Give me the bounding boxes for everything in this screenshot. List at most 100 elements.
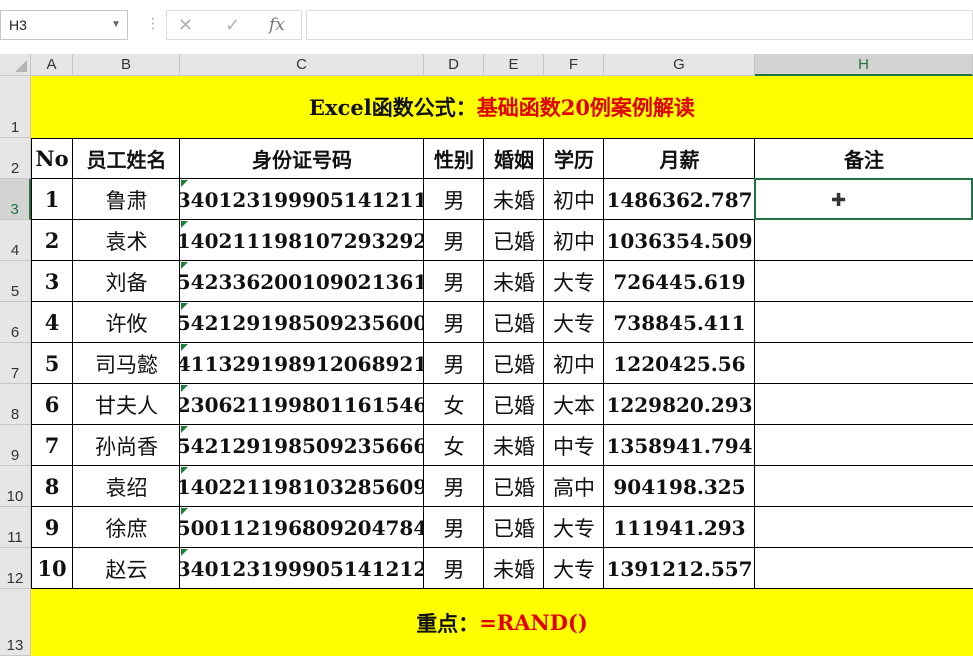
table-cell-a9[interactable]: 7: [31, 425, 73, 466]
table-cell-g7[interactable]: 1220425.56: [604, 343, 755, 384]
cancel-icon[interactable]: ✕: [178, 15, 193, 36]
footer-banner[interactable]: 重点： =RAND(): [31, 589, 973, 656]
table-cell-c12[interactable]: 340123199905141212: [180, 548, 424, 589]
table-cell-a10[interactable]: 8: [31, 466, 73, 507]
header-cell-a[interactable]: No: [31, 138, 73, 179]
table-cell-f7[interactable]: 初中: [544, 343, 604, 384]
column-header-g[interactable]: G: [604, 54, 755, 76]
column-header-d[interactable]: D: [424, 54, 484, 76]
enter-icon[interactable]: ✓: [225, 15, 240, 36]
table-cell-e8[interactable]: 已婚: [484, 384, 544, 425]
row-header-7[interactable]: 7: [0, 343, 31, 384]
header-cell-e[interactable]: 婚姻: [484, 138, 544, 179]
table-cell-d8[interactable]: 女: [424, 384, 484, 425]
table-cell-f4[interactable]: 初中: [544, 220, 604, 261]
table-cell-e9[interactable]: 未婚: [484, 425, 544, 466]
header-cell-g[interactable]: 月薪: [604, 138, 755, 179]
table-cell-h12[interactable]: [755, 548, 973, 589]
table-cell-h7[interactable]: [755, 343, 973, 384]
title-banner[interactable]: Excel函数公式： 基础函数20例案例解读: [31, 76, 973, 138]
table-cell-b12[interactable]: 赵云: [73, 548, 180, 589]
table-cell-c4[interactable]: 140211198107293292: [180, 220, 424, 261]
table-cell-h6[interactable]: [755, 302, 973, 343]
table-cell-a7[interactable]: 5: [31, 343, 73, 384]
table-cell-c7[interactable]: 411329198912068921: [180, 343, 424, 384]
chevron-down-icon[interactable]: ▼: [111, 11, 121, 39]
table-cell-e7[interactable]: 已婚: [484, 343, 544, 384]
table-cell-a11[interactable]: 9: [31, 507, 73, 548]
column-header-f[interactable]: F: [544, 54, 604, 76]
table-cell-c11[interactable]: 500112196809204784: [180, 507, 424, 548]
table-cell-d7[interactable]: 男: [424, 343, 484, 384]
table-cell-g4[interactable]: 1036354.509: [604, 220, 755, 261]
table-cell-e6[interactable]: 已婚: [484, 302, 544, 343]
row-header-9[interactable]: 9: [0, 425, 31, 466]
table-cell-c9[interactable]: 542129198509235666: [180, 425, 424, 466]
table-cell-d5[interactable]: 男: [424, 261, 484, 302]
table-cell-e11[interactable]: 已婚: [484, 507, 544, 548]
row-header-6[interactable]: 6: [0, 302, 31, 343]
table-cell-a6[interactable]: 4: [31, 302, 73, 343]
table-cell-b10[interactable]: 袁绍: [73, 466, 180, 507]
table-cell-d10[interactable]: 男: [424, 466, 484, 507]
table-cell-f3[interactable]: 初中: [544, 179, 604, 220]
table-cell-b11[interactable]: 徐庶: [73, 507, 180, 548]
table-cell-f6[interactable]: 大专: [544, 302, 604, 343]
table-cell-g11[interactable]: 111941.293: [604, 507, 755, 548]
table-cell-b5[interactable]: 刘备: [73, 261, 180, 302]
column-header-c[interactable]: C: [180, 54, 424, 76]
table-cell-a5[interactable]: 3: [31, 261, 73, 302]
table-cell-h8[interactable]: [755, 384, 973, 425]
table-cell-d3[interactable]: 男: [424, 179, 484, 220]
table-cell-e4[interactable]: 已婚: [484, 220, 544, 261]
row-header-12[interactable]: 12: [0, 548, 31, 589]
table-cell-g9[interactable]: 1358941.794: [604, 425, 755, 466]
row-header-4[interactable]: 4: [0, 220, 31, 261]
table-cell-g8[interactable]: 1229820.293: [604, 384, 755, 425]
header-cell-b[interactable]: 员工姓名: [73, 138, 180, 179]
header-cell-c[interactable]: 身份证号码: [180, 138, 424, 179]
table-cell-g5[interactable]: 726445.619: [604, 261, 755, 302]
table-cell-b3[interactable]: 鲁肃: [73, 179, 180, 220]
table-cell-c8[interactable]: 230621199801161546: [180, 384, 424, 425]
table-cell-f9[interactable]: 中专: [544, 425, 604, 466]
table-cell-e10[interactable]: 已婚: [484, 466, 544, 507]
table-cell-d4[interactable]: 男: [424, 220, 484, 261]
table-cell-a12[interactable]: 10: [31, 548, 73, 589]
table-cell-f5[interactable]: 大专: [544, 261, 604, 302]
row-header-2[interactable]: 2: [0, 138, 31, 179]
column-header-b[interactable]: B: [73, 54, 180, 76]
table-cell-h11[interactable]: [755, 507, 973, 548]
column-header-a[interactable]: A: [31, 54, 73, 76]
table-cell-d6[interactable]: 男: [424, 302, 484, 343]
row-header-11[interactable]: 11: [0, 507, 31, 548]
header-cell-d[interactable]: 性别: [424, 138, 484, 179]
table-cell-g10[interactable]: 904198.325: [604, 466, 755, 507]
row-header-5[interactable]: 5: [0, 261, 31, 302]
row-header-8[interactable]: 8: [0, 384, 31, 425]
table-cell-a4[interactable]: 2: [31, 220, 73, 261]
name-box[interactable]: H3 ▼: [0, 10, 128, 40]
table-cell-h5[interactable]: [755, 261, 973, 302]
table-cell-h10[interactable]: [755, 466, 973, 507]
table-cell-e3[interactable]: 未婚: [484, 179, 544, 220]
row-header-3[interactable]: 3: [0, 179, 31, 220]
table-cell-g12[interactable]: 1391212.557: [604, 548, 755, 589]
table-cell-a3[interactable]: 1: [31, 179, 73, 220]
table-cell-g3[interactable]: 1486362.787: [604, 179, 755, 220]
row-header-1[interactable]: 1: [0, 76, 31, 138]
table-cell-d9[interactable]: 女: [424, 425, 484, 466]
table-cell-f10[interactable]: 高中: [544, 466, 604, 507]
select-all-corner[interactable]: [0, 54, 31, 76]
drag-handle-icon[interactable]: ⋮: [146, 15, 160, 32]
table-cell-g6[interactable]: 738845.411: [604, 302, 755, 343]
table-cell-d12[interactable]: 男: [424, 548, 484, 589]
formula-input[interactable]: [306, 10, 973, 40]
table-cell-f8[interactable]: 大本: [544, 384, 604, 425]
table-cell-b6[interactable]: 许攸: [73, 302, 180, 343]
column-header-h[interactable]: H: [755, 54, 973, 76]
header-cell-h[interactable]: 备注: [755, 138, 973, 179]
table-cell-c5[interactable]: 542336200109021361: [180, 261, 424, 302]
table-cell-c3[interactable]: 340123199905141211: [180, 179, 424, 220]
table-cell-f11[interactable]: 大专: [544, 507, 604, 548]
